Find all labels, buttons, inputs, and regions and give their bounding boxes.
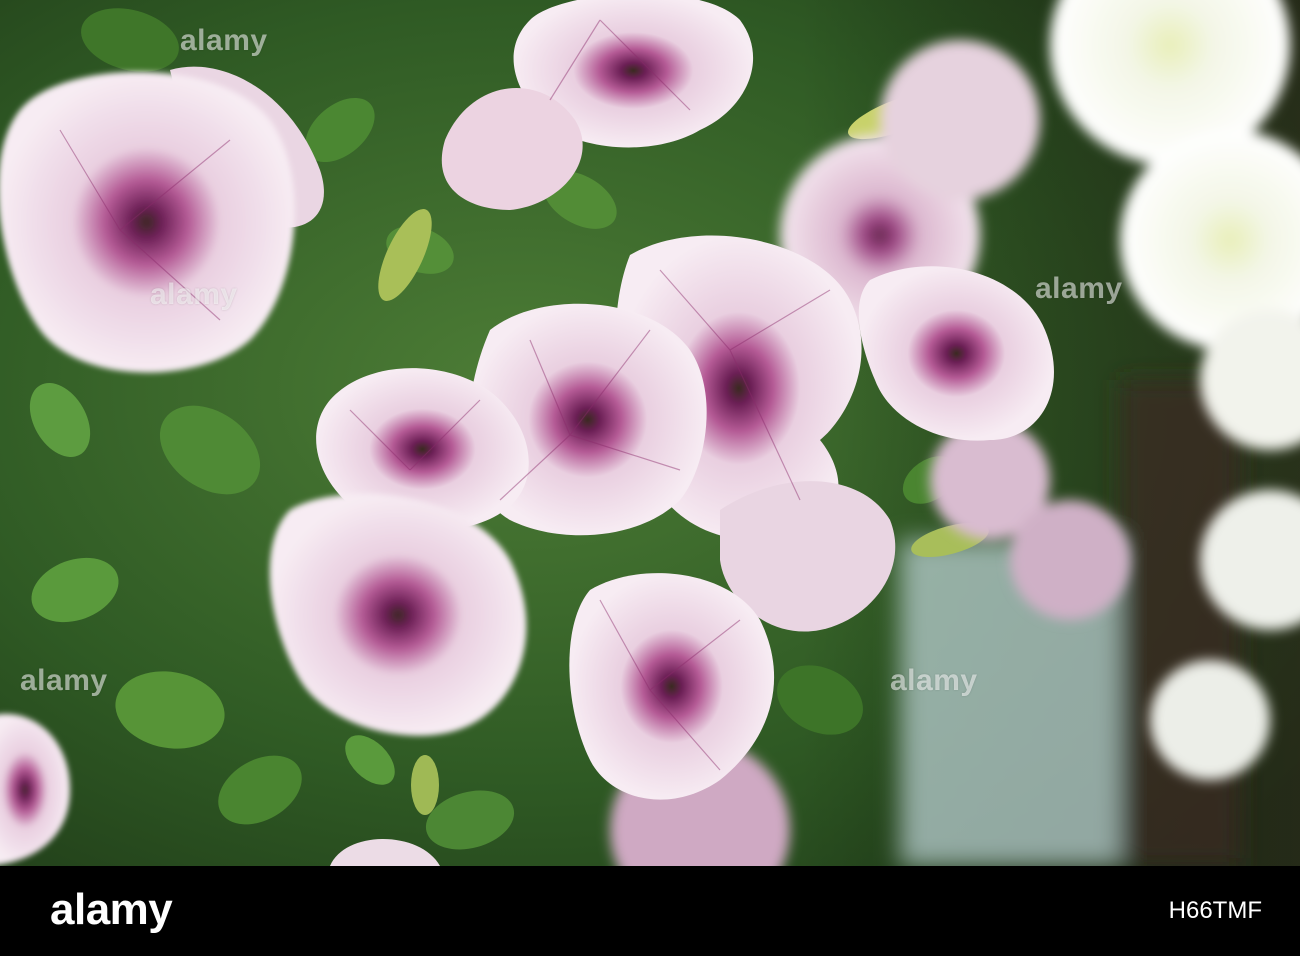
image-id: H66TMF [1168, 897, 1262, 924]
footer-bar: alamy H66TMF [0, 866, 1300, 956]
flower-photo: alamy alamy alamy alamy alamy [0, 0, 1300, 866]
petunia-image [0, 0, 1300, 866]
alamy-logo: alamy [50, 885, 173, 934]
